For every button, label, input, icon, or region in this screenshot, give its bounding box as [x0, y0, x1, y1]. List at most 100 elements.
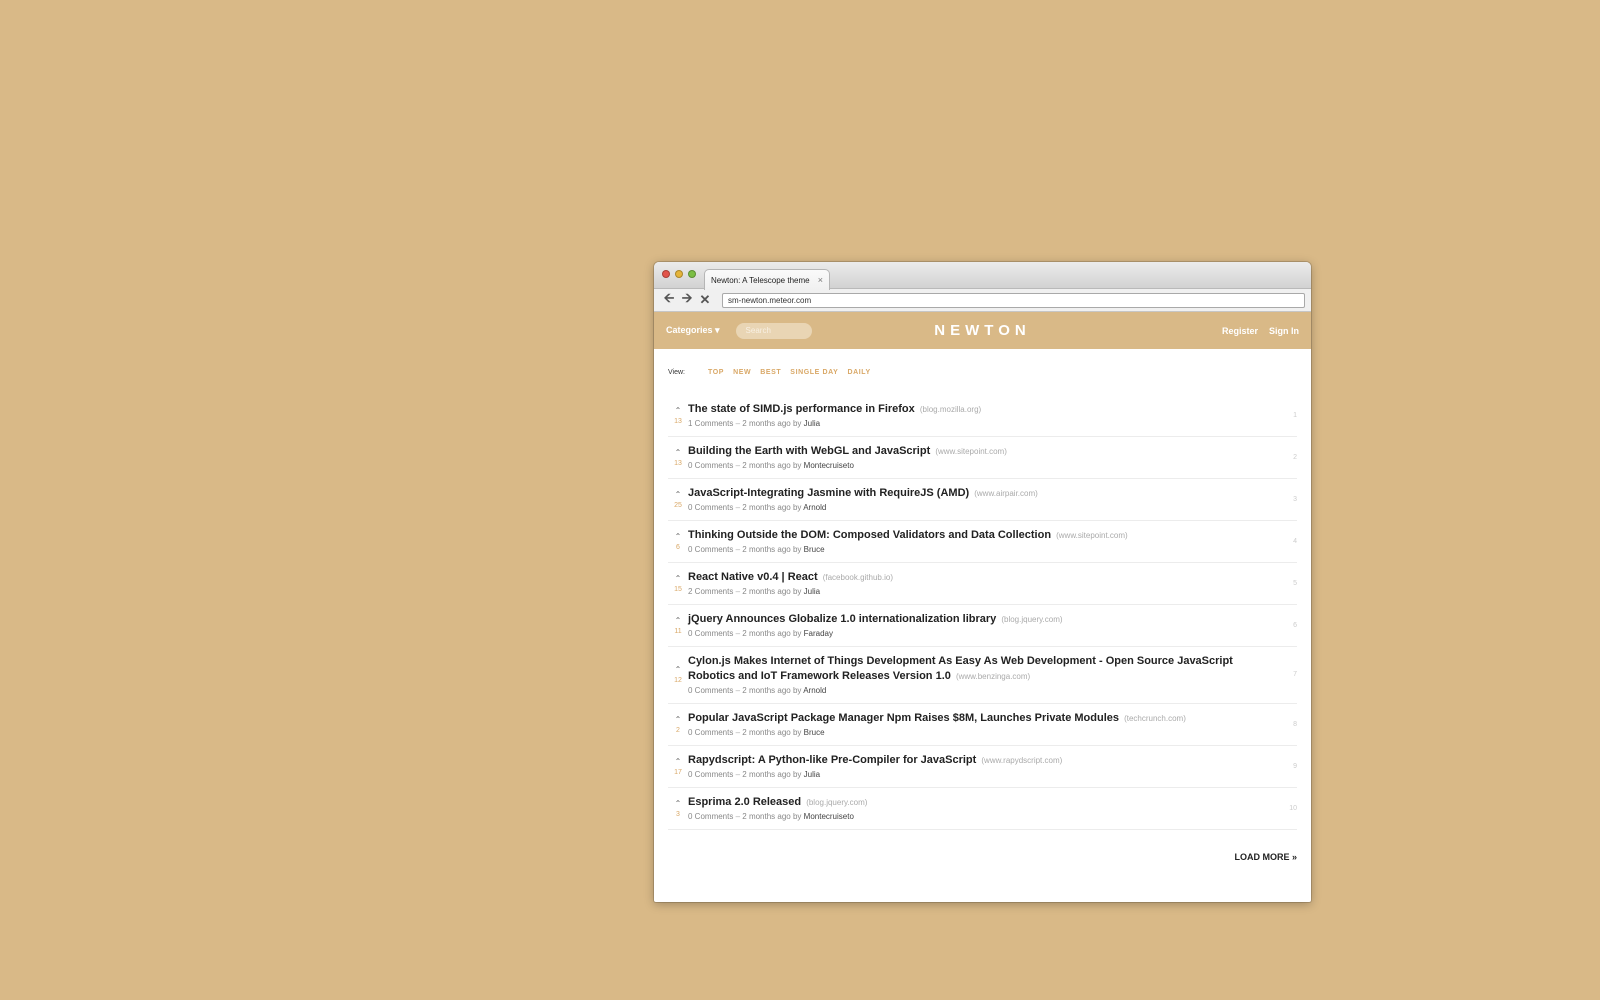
by-label: by — [792, 587, 804, 596]
post-title[interactable]: jQuery Announces Globalize 1.0 internati… — [688, 612, 1273, 627]
post-author[interactable]: Julia — [804, 419, 820, 428]
post-author[interactable]: Bruce — [804, 728, 825, 737]
post-author[interactable]: Arnold — [803, 503, 826, 512]
categories-dropdown[interactable]: Categories ▾ — [666, 325, 720, 336]
view-new[interactable]: NEW — [733, 369, 751, 376]
post-body: Rapydscript: A Python-like Pre-Compiler … — [688, 753, 1297, 779]
post-meta: 0 Comments – 2 months ago by Faraday — [688, 629, 1273, 638]
upvote-icon[interactable]: ⌃ — [675, 665, 682, 675]
stop-icon[interactable]: ✕ — [696, 292, 714, 308]
minimize-window-icon[interactable] — [675, 270, 683, 278]
upvote-icon[interactable]: ⌃ — [675, 715, 682, 725]
post-domain: (techcrunch.com) — [1124, 714, 1186, 723]
post-author[interactable]: Julia — [804, 770, 820, 779]
post-title-text[interactable]: Popular JavaScript Package Manager Npm R… — [688, 712, 1119, 724]
post-comments-link[interactable]: 0 Comments — [688, 812, 733, 821]
upvote-icon[interactable]: ⌃ — [675, 406, 682, 416]
post-author[interactable]: Faraday — [804, 629, 833, 638]
post-title[interactable]: Rapydscript: A Python-like Pre-Compiler … — [688, 753, 1273, 768]
post-comments-link[interactable]: 0 Comments — [688, 461, 733, 470]
post-title[interactable]: Building the Earth with WebGL and JavaSc… — [688, 444, 1273, 459]
browser-tab[interactable]: Newton: A Telescope theme × — [704, 269, 830, 290]
view-daily[interactable]: DAILY — [847, 369, 870, 376]
post-author[interactable]: Julia — [804, 587, 820, 596]
post-domain: (blog.mozilla.org) — [919, 405, 982, 414]
view-top[interactable]: TOP — [708, 369, 724, 376]
vote-box: ⌃ 25 — [668, 490, 688, 509]
post-title[interactable]: React Native v0.4 | React (facebook.gith… — [688, 570, 1273, 585]
browser-titlebar: Newton: A Telescope theme × — [654, 262, 1311, 290]
view-best[interactable]: BEST — [760, 369, 781, 376]
maximize-window-icon[interactable] — [688, 270, 696, 278]
post-rank: 1 — [1293, 411, 1297, 419]
view-filter: View: TOP NEW BEST SINGLE DAY DAILY — [668, 349, 1297, 395]
back-arrow-icon[interactable]: 🡨 — [660, 290, 678, 308]
post-title-text[interactable]: Esprima 2.0 Released — [688, 796, 801, 808]
post-author[interactable]: Montecruiseto — [804, 812, 854, 821]
post-score: 17 — [674, 768, 682, 776]
post-title[interactable]: The state of SIMD.js performance in Fire… — [688, 402, 1273, 417]
post-title-text[interactable]: The state of SIMD.js performance in Fire… — [688, 403, 915, 415]
post-title-text[interactable]: Rapydscript: A Python-like Pre-Compiler … — [688, 754, 976, 766]
tab-title: Newton: A Telescope theme — [711, 275, 810, 285]
post-title[interactable]: Cylon.js Makes Internet of Things Develo… — [688, 654, 1273, 684]
post-meta: 0 Comments – 2 months ago by Bruce — [688, 728, 1273, 737]
post-rank: 2 — [1293, 453, 1297, 461]
post-rank: 9 — [1293, 762, 1297, 770]
post-time: 2 months ago — [742, 503, 791, 512]
post-comments-link[interactable]: 0 Comments — [688, 686, 733, 695]
auth-links: Register Sign In — [1222, 326, 1299, 336]
post-item: ⌃ 12 Cylon.js Makes Internet of Things D… — [668, 647, 1297, 704]
upvote-icon[interactable]: ⌃ — [675, 616, 682, 626]
post-item: ⌃ 11 jQuery Announces Globalize 1.0 inte… — [668, 605, 1297, 647]
post-title[interactable]: Esprima 2.0 Released (blog.jquery.com) — [688, 795, 1273, 810]
post-body: The state of SIMD.js performance in Fire… — [688, 402, 1297, 428]
address-bar[interactable]: sm-newton.meteor.com — [722, 292, 1305, 308]
post-time: 2 months ago — [742, 587, 791, 596]
post-title[interactable]: Thinking Outside the DOM: Composed Valid… — [688, 528, 1273, 543]
post-comments-link[interactable]: 0 Comments — [688, 545, 733, 554]
load-more-button[interactable]: LOAD MORE » — [668, 830, 1297, 862]
forward-arrow-icon[interactable]: 🡪 — [678, 290, 696, 308]
post-comments-link[interactable]: 0 Comments — [688, 629, 733, 638]
search-input[interactable] — [735, 322, 812, 339]
post-title-text[interactable]: JavaScript-Integrating Jasmine with Requ… — [688, 487, 969, 499]
upvote-icon[interactable]: ⌃ — [675, 757, 682, 767]
upvote-icon[interactable]: ⌃ — [675, 799, 682, 809]
post-body: JavaScript-Integrating Jasmine with Requ… — [688, 486, 1297, 512]
post-title-text[interactable]: React Native v0.4 | React — [688, 571, 818, 583]
site-logo[interactable]: NEWTON — [934, 322, 1030, 339]
upvote-icon[interactable]: ⌃ — [675, 532, 682, 542]
post-comments-link[interactable]: 0 Comments — [688, 503, 733, 512]
post-time: 2 months ago — [742, 686, 791, 695]
post-domain: (www.sitepoint.com) — [935, 447, 1007, 456]
post-meta: 2 Comments – 2 months ago by Julia — [688, 587, 1273, 596]
post-title-text[interactable]: Building the Earth with WebGL and JavaSc… — [688, 445, 930, 457]
post-title[interactable]: JavaScript-Integrating Jasmine with Requ… — [688, 486, 1273, 501]
view-single-day[interactable]: SINGLE DAY — [790, 369, 838, 376]
post-comments-link[interactable]: 0 Comments — [688, 770, 733, 779]
post-title[interactable]: Popular JavaScript Package Manager Npm R… — [688, 711, 1273, 726]
post-author[interactable]: Montecruiseto — [804, 461, 854, 470]
post-list: ⌃ 13 The state of SIMD.js performance in… — [668, 395, 1297, 830]
post-author[interactable]: Arnold — [803, 686, 826, 695]
post-comments-link[interactable]: 2 Comments — [688, 587, 733, 596]
main-content: View: TOP NEW BEST SINGLE DAY DAILY ⌃ 13… — [654, 349, 1311, 862]
post-time: 2 months ago — [742, 728, 791, 737]
post-title-text[interactable]: Thinking Outside the DOM: Composed Valid… — [688, 529, 1051, 541]
close-window-icon[interactable] — [662, 270, 670, 278]
tab-close-icon[interactable]: × — [818, 275, 823, 285]
by-label: by — [792, 629, 804, 638]
post-comments-link[interactable]: 1 Comments — [688, 419, 733, 428]
register-link[interactable]: Register — [1222, 326, 1258, 336]
post-author[interactable]: Bruce — [804, 545, 825, 554]
post-rank: 4 — [1293, 537, 1297, 545]
post-time: 2 months ago — [742, 629, 791, 638]
post-comments-link[interactable]: 0 Comments — [688, 728, 733, 737]
upvote-icon[interactable]: ⌃ — [675, 448, 682, 458]
post-rank: 6 — [1293, 621, 1297, 629]
post-title-text[interactable]: jQuery Announces Globalize 1.0 internati… — [688, 613, 996, 625]
upvote-icon[interactable]: ⌃ — [675, 490, 682, 500]
upvote-icon[interactable]: ⌃ — [675, 574, 682, 584]
sign-in-link[interactable]: Sign In — [1269, 326, 1299, 336]
